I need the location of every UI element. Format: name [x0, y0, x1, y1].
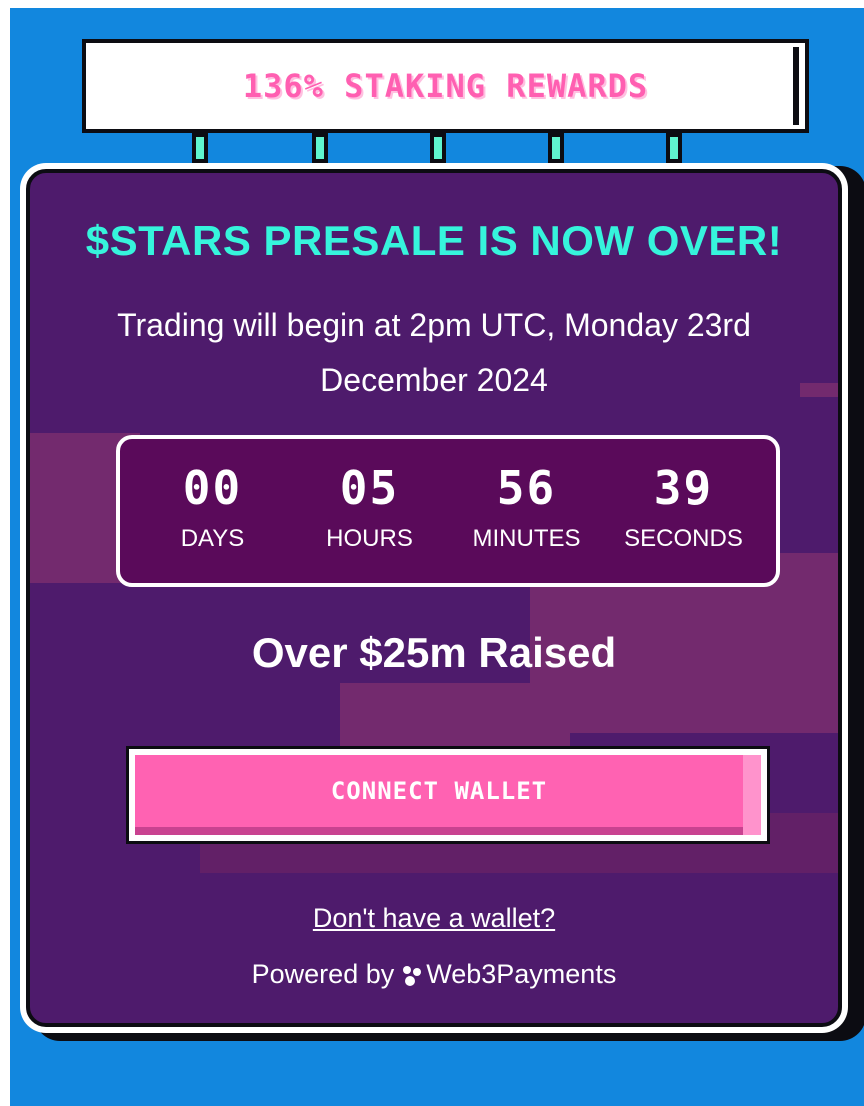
background-cloud [60, 463, 120, 493]
amount-raised: Over $25m Raised [251, 629, 617, 676]
banner-post [430, 133, 446, 163]
banner-post [548, 133, 564, 163]
banner-text: 136% STAKING REWARDS [242, 67, 649, 105]
countdown-label: DAYS [180, 525, 245, 552]
countdown-minutes: 56 MINUTES [452, 439, 602, 583]
countdown-days: 00 DAYS [138, 439, 288, 583]
countdown-value: 05 [339, 461, 400, 515]
banner-post [666, 133, 682, 163]
countdown-label: MINUTES [472, 525, 581, 552]
presale-card: $STARS PRESALE IS NOW OVER! Trading will… [20, 163, 848, 1033]
staking-rewards-banner: 136% STAKING REWARDS [82, 39, 809, 133]
connect-wallet-button[interactable]: CONNECT WALLET [135, 755, 743, 827]
presale-over-title: $STARS PRESALE IS NOW OVER! [85, 217, 783, 264]
countdown-timer: 00 DAYS 05 HOURS 56 MINUTES 39 SECONDS [116, 435, 780, 587]
countdown-value: 39 [653, 461, 714, 515]
trading-start-text: Trading will begin at 2pm UTC, Monday 23… [117, 307, 751, 398]
no-wallet-link[interactable]: Don't have a wallet? [313, 903, 555, 933]
connect-wallet-button-frame: CONNECT WALLET [126, 746, 770, 844]
countdown-value: 00 [182, 461, 243, 515]
page-background: 136% STAKING REWARDS $STARS PRESALE IS N… [10, 8, 864, 1106]
countdown-label: SECONDS [624, 525, 743, 552]
presale-card-body: $STARS PRESALE IS NOW OVER! Trading will… [26, 169, 842, 1027]
background-cloud [800, 383, 838, 397]
powered-by-label: Powered by [251, 959, 395, 989]
no-wallet-row: Don't have a wallet? [30, 903, 838, 934]
countdown-value: 56 [496, 461, 557, 515]
countdown-hours: 05 HOURS [295, 439, 445, 583]
button-highlight [743, 755, 761, 835]
button-shadow [135, 827, 743, 835]
banner-post [192, 133, 208, 163]
web3payments-logo-icon [402, 963, 422, 994]
web3payments-brand[interactable]: Web3Payments [426, 959, 616, 989]
countdown-label: HOURS [326, 525, 413, 552]
banner-post [312, 133, 328, 163]
countdown-seconds: 39 SECONDS [609, 439, 759, 583]
powered-by: Powered by Web3Payments [30, 959, 838, 994]
